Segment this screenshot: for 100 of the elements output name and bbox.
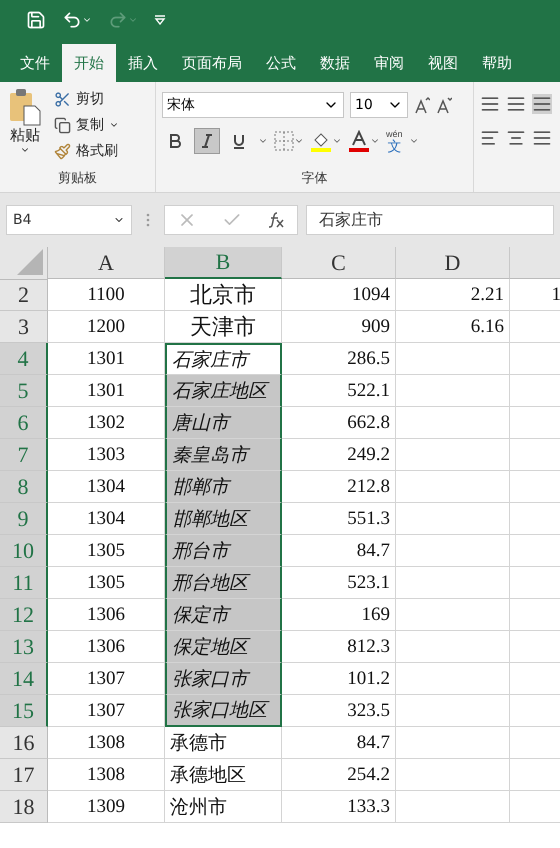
table-cell: 1301	[48, 375, 165, 407]
table-cell: 保定地区	[165, 631, 282, 663]
table-cell: 邯郸市	[165, 471, 282, 503]
table-cell: 承德市	[165, 727, 282, 759]
italic-button[interactable]	[194, 128, 220, 154]
table-cell: 1306	[48, 599, 165, 631]
table-cell: 2.21	[396, 279, 510, 311]
row-header[interactable]: 6	[0, 407, 48, 439]
table-cell: 1302	[48, 407, 165, 439]
table-cell: 唐山市	[165, 407, 282, 439]
row-header[interactable]: 11	[0, 567, 48, 599]
row-header[interactable]: 16	[0, 727, 48, 759]
row-header[interactable]: 7	[0, 439, 48, 471]
ribbon-tab[interactable]: 文件	[8, 44, 62, 82]
customize-icon[interactable]	[154, 15, 166, 25]
column-header[interactable]: A	[48, 247, 165, 279]
borders-icon[interactable]	[274, 131, 304, 151]
row-header[interactable]: 5	[0, 375, 48, 407]
row-header[interactable]: 17	[0, 759, 48, 791]
phonetic-button[interactable]: wén 文	[386, 130, 403, 152]
undo-icon[interactable]	[62, 10, 92, 30]
table-cell: 6.16	[396, 311, 510, 343]
table-cell: 84.7	[282, 727, 396, 759]
row-header[interactable]: 4	[0, 343, 48, 375]
ribbon-tab[interactable]: 页面布局	[170, 44, 254, 82]
formula-field[interactable]: 石家庄市	[306, 205, 554, 235]
table-cell: 1305	[48, 535, 165, 567]
table-cell: 1307	[48, 695, 165, 727]
ribbon-tab[interactable]: 开始	[62, 44, 116, 82]
ribbon-tab[interactable]: 数据	[308, 44, 362, 82]
italic-icon	[201, 134, 213, 148]
table-cell: 张家口地区	[165, 695, 282, 727]
table-cell: 保定市	[165, 599, 282, 631]
table-cell: 1306	[48, 631, 165, 663]
table-cell: 石家庄地区	[165, 375, 282, 407]
table-cell: 邢台地区	[165, 567, 282, 599]
grow-font-icon[interactable]	[414, 96, 430, 114]
function-icon[interactable]	[266, 211, 285, 229]
column-header[interactable]: D	[396, 247, 510, 279]
table-cell: 沧州市	[165, 791, 282, 823]
row-header[interactable]: 12	[0, 599, 48, 631]
row-header[interactable]: 14	[0, 663, 48, 695]
table-cell: 北京市	[165, 279, 282, 311]
table-cell: 1304	[48, 471, 165, 503]
copy-button[interactable]: 复制	[52, 114, 121, 136]
bold-icon	[169, 134, 181, 148]
table-cell: 石家庄市	[165, 343, 282, 375]
font-color-icon[interactable]	[348, 130, 380, 152]
table-cell: 1304	[48, 503, 165, 535]
font-size-field[interactable]: 10	[350, 92, 408, 118]
table-cell: 1308	[48, 759, 165, 791]
table-cell: 551.3	[282, 503, 396, 535]
paste-button[interactable]: 粘贴	[6, 88, 44, 169]
row-header[interactable]: 9	[0, 503, 48, 535]
row-header[interactable]: 2	[0, 279, 48, 311]
table-cell: 1309	[48, 791, 165, 823]
grip-icon	[146, 213, 150, 227]
ribbon-tab[interactable]: 审阅	[362, 44, 416, 82]
table-cell: 张家口市	[165, 663, 282, 695]
table-cell: 1303	[48, 439, 165, 471]
table-cell: 212.8	[282, 471, 396, 503]
column-header[interactable]: B	[165, 247, 282, 279]
row-header[interactable]: 10	[0, 535, 48, 567]
ribbon-tab[interactable]: 视图	[416, 44, 470, 82]
table-cell: 522.1	[282, 375, 396, 407]
row-header[interactable]: 18	[0, 791, 48, 823]
table-cell: 133.3	[282, 791, 396, 823]
ribbon-tab[interactable]: 帮助	[470, 44, 524, 82]
table-cell: 1100	[48, 279, 165, 311]
table-cell: 84.7	[282, 535, 396, 567]
underline-icon	[233, 134, 245, 148]
table-cell: 249.2	[282, 439, 396, 471]
ribbon-tab[interactable]: 公式	[254, 44, 308, 82]
row-header[interactable]: 3	[0, 311, 48, 343]
column-header[interactable]: C	[282, 247, 396, 279]
row-header[interactable]: 8	[0, 471, 48, 503]
table-cell: 1301	[48, 343, 165, 375]
row-header[interactable]: 13	[0, 631, 48, 663]
align-bottom-icon[interactable]	[532, 94, 552, 114]
cut-button[interactable]: 剪切	[52, 88, 121, 110]
clipboard-icon	[8, 88, 42, 126]
table-cell: 承德地区	[165, 759, 282, 791]
ribbon-tab[interactable]: 插入	[116, 44, 170, 82]
table-cell: 1308	[48, 727, 165, 759]
paintbrush-icon	[54, 142, 71, 160]
copy-icon	[54, 116, 71, 134]
shrink-font-icon[interactable]	[436, 96, 452, 114]
row-header[interactable]: 15	[0, 695, 48, 727]
font-name-field[interactable]: 宋体	[162, 92, 344, 118]
format-painter-button[interactable]: 格式刷	[52, 140, 121, 162]
table-cell: 1305	[48, 567, 165, 599]
table-cell: 1094	[282, 279, 396, 311]
scissors-icon	[54, 90, 71, 108]
table-cell: 909	[282, 311, 396, 343]
table-cell: 323.5	[282, 695, 396, 727]
save-icon[interactable]	[26, 10, 46, 30]
name-box[interactable]: B4	[6, 205, 132, 235]
table-cell: 254.2	[282, 759, 396, 791]
table-cell: 662.8	[282, 407, 396, 439]
table-cell: 1307	[48, 663, 165, 695]
